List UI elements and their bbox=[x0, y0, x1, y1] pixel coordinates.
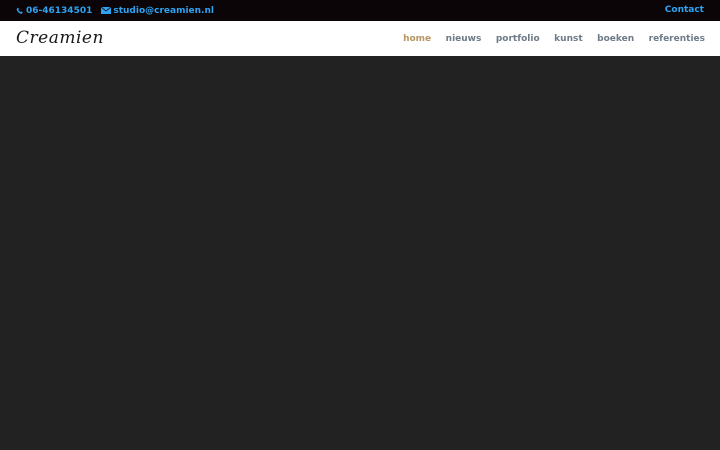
phone-number: 06-46134501 bbox=[26, 5, 93, 16]
nav-item-kunst[interactable]: kunst bbox=[554, 34, 582, 44]
email-link[interactable]: studio@creamien.nl bbox=[101, 6, 214, 16]
main-nav: home nieuws portfolio kunst boeken refer… bbox=[389, 21, 705, 56]
email-address: studio@creamien.nl bbox=[113, 5, 214, 16]
site-header: Creamien home nieuws portfolio kunst boe… bbox=[0, 21, 720, 56]
nav-item-portfolio[interactable]: portfolio bbox=[496, 34, 540, 44]
contact-link[interactable]: Contact bbox=[665, 5, 704, 15]
top-bar: 06-46134501 studio@creamien.nl Contact bbox=[0, 0, 720, 21]
nav-item-home[interactable]: home bbox=[403, 34, 431, 44]
nav-item-referenties[interactable]: referenties bbox=[649, 34, 705, 44]
nav-item-nieuws[interactable]: nieuws bbox=[446, 34, 482, 44]
phone-icon bbox=[16, 7, 23, 14]
nav-item-boeken[interactable]: boeken bbox=[597, 34, 634, 44]
hero-area bbox=[0, 56, 720, 450]
contact-info: 06-46134501 studio@creamien.nl bbox=[16, 6, 223, 16]
phone-link[interactable]: 06-46134501 bbox=[16, 6, 92, 16]
envelope-icon bbox=[101, 7, 112, 14]
logo[interactable]: Creamien bbox=[16, 28, 104, 48]
